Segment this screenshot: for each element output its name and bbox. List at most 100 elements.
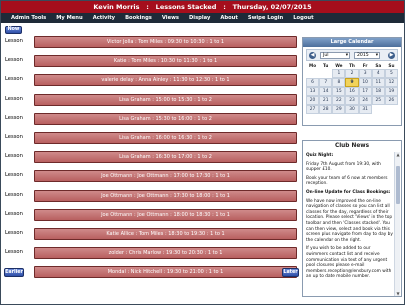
lesson-label: Lesson xyxy=(5,249,23,256)
year-select[interactable]: 2015 xyxy=(354,52,380,59)
weekday-header: Tu xyxy=(323,63,329,68)
calendar-day[interactable]: 3 xyxy=(358,69,372,78)
menu-item[interactable]: Activity xyxy=(89,15,121,21)
news-heading: On-line Update for Class Bookings: xyxy=(306,189,391,195)
scroll-thumb[interactable] xyxy=(396,166,400,204)
later-button[interactable]: Later xyxy=(282,268,299,277)
calendar-day[interactable]: 11 xyxy=(371,78,385,87)
calendar-day[interactable]: 21 xyxy=(319,96,333,105)
calendar-day[interactable]: 30 xyxy=(345,105,359,114)
calendar-title: Large Calendar xyxy=(303,38,401,47)
news-paragraph: If you wish to be added to our swimmers … xyxy=(306,246,392,280)
lesson-booking-bar[interactable]: Joe Ottmann : Joe Ottmann : 17:30 to 18:… xyxy=(34,189,297,202)
calendar-empty-cell xyxy=(385,105,398,114)
lesson-row: Lesson Lisa Graham : 16:00 to 16:30 : 1 t… xyxy=(0,132,300,144)
calendar-day[interactable]: 9 xyxy=(345,78,359,87)
calendar-day[interactable]: 31 xyxy=(358,105,372,114)
calendar-day[interactable]: 22 xyxy=(332,96,346,105)
previous-month-icon[interactable]: ◀ xyxy=(309,52,316,59)
lesson-label: Lesson xyxy=(5,57,23,64)
lesson-row: Lesson Lisa Graham : 16:30 to 17:00 : 1 t… xyxy=(0,151,300,164)
lesson-label: Lesson xyxy=(5,76,23,83)
menu-item[interactable]: My Menu xyxy=(52,15,88,21)
lesson-booking-bar[interactable]: Joe Ottmann : Joe Ottmann : 18:00 to 18:… xyxy=(34,208,297,221)
next-month-icon[interactable]: ▶ xyxy=(388,52,395,59)
lesson-label: Lesson xyxy=(5,38,23,44)
calendar-day[interactable]: 28 xyxy=(319,105,333,114)
calendar-day[interactable]: 20 xyxy=(306,96,320,105)
scroll-down-icon[interactable]: ▼ xyxy=(395,291,401,296)
calendar-day[interactable]: 13 xyxy=(306,87,320,96)
menu-item[interactable]: Admin Tools xyxy=(7,15,52,21)
calendar-day[interactable]: 29 xyxy=(332,105,346,114)
calendar-day[interactable]: 14 xyxy=(319,87,333,96)
now-button[interactable]: Now xyxy=(5,26,22,34)
lesson-booking-bar[interactable]: Joe Ottmann : Joe Ottmann : 17:00 to 17:… xyxy=(34,170,297,183)
lesson-label: Lesson xyxy=(5,153,23,160)
lesson-booking-bar[interactable]: Victor Jolla : Tom Miles : 09:30 to 10:3… xyxy=(34,36,297,48)
lesson-row: Lesson Joe Ottmann : Joe Ottmann : 17:00 … xyxy=(0,170,300,183)
lesson-booking-bar[interactable]: Katie Allice : Tom Miles : 18:30 to 19:3… xyxy=(34,228,297,240)
menu-item[interactable]: Logout xyxy=(289,15,319,21)
calendar-day[interactable]: 23 xyxy=(345,96,359,105)
calendar-day[interactable]: 18 xyxy=(371,87,385,96)
calendar-day[interactable]: 4 xyxy=(371,69,385,78)
weekday-header: We xyxy=(335,63,343,68)
menu-item[interactable]: Bookings xyxy=(121,15,158,21)
lesson-row: Lesson zolder : Chris Marlow : 19:30 to 2… xyxy=(0,247,300,260)
lesson-row: Lesson Joe Ottmann : Joe Ottmann : 18:00 … xyxy=(0,208,300,221)
lesson-booking-bar[interactable]: Katie : Tom Miles : 10:30 to 11:30 : 1 t… xyxy=(34,55,297,68)
calendar-day[interactable]: 10 xyxy=(358,78,372,87)
lesson-booking-bar[interactable]: Mondal : Nick Hitchell : 19:30 to 21:00 … xyxy=(34,266,297,279)
lesson-row: Lesson Katie Allice : Tom Miles : 18:30 t… xyxy=(0,228,300,240)
calendar-day[interactable]: 2 xyxy=(345,69,359,78)
calendar-day[interactable]: 27 xyxy=(306,105,320,114)
news-heading: Quiz Night: xyxy=(306,153,334,158)
news-paragraph: Friday 7th August from 19:30, with suppe… xyxy=(306,161,381,173)
calendar-day[interactable]: 24 xyxy=(358,96,372,105)
calendar-grid: Mo Tu We Th Fr Sa Su 1 2 3 4 5 6 7 8 9 10 11 12 13 14 15 16 17 1… xyxy=(306,62,398,114)
lesson-booking-bar[interactable]: Lisa Graham : 16:00 to 16:30 : 1 to 2 xyxy=(34,132,297,144)
calendar-day[interactable]: 5 xyxy=(384,69,398,78)
lesson-booking-bar[interactable]: zolder : Chris Marlow : 19:30 to 20:30 :… xyxy=(34,247,297,260)
earlier-button[interactable]: Earlier xyxy=(4,268,24,277)
title-bar: Kevin Morris : Lessons Stacked : Thursda… xyxy=(1,1,404,13)
menu-item[interactable]: Display xyxy=(185,15,216,21)
calendar-empty-cell xyxy=(306,69,319,78)
lesson-row: Lesson Lisa Graham : 15:00 to 15:30 : 1 t… xyxy=(0,93,300,106)
month-select[interactable]: Jul xyxy=(320,52,350,59)
scroll-up-icon[interactable]: ▲ xyxy=(395,152,401,157)
lesson-booking-bar[interactable]: valerie delay : Anna Ainley : 11:30 to 1… xyxy=(34,74,297,87)
calendar-day[interactable]: 17 xyxy=(358,87,372,96)
lesson-label: Lesson xyxy=(5,172,23,179)
lesson-row: Lesson valerie delay : Anna Ainley : 11:3… xyxy=(0,74,300,87)
news-paragraph: We have now improved the on-line navigat… xyxy=(306,198,393,243)
calendar-day[interactable]: 16 xyxy=(345,87,359,96)
menu-item[interactable]: Swipe Login xyxy=(244,15,289,21)
lesson-label: Lesson xyxy=(5,230,23,236)
calendar-day[interactable]: 19 xyxy=(384,87,398,96)
lesson-row: Lesson Katie : Tom Miles : 10:30 to 11:30… xyxy=(0,55,300,68)
calendar-day[interactable]: 12 xyxy=(384,78,398,87)
calendar-empty-cell xyxy=(372,105,385,114)
lesson-label: Lesson xyxy=(5,191,23,198)
calendar-day[interactable]: 15 xyxy=(332,87,346,96)
calendar-day[interactable]: 25 xyxy=(371,96,385,105)
calendar-day[interactable]: 26 xyxy=(384,96,398,105)
large-calendar: Large Calendar ◀ Jul 2015 ▶ MoTuWeThFrSa… xyxy=(302,37,402,126)
lesson-booking-bar[interactable]: Lisa Graham : 15:00 to 15:30 : 1 to 2 xyxy=(34,93,297,106)
calendar-empty-cell xyxy=(319,69,332,78)
lesson-label: Lesson xyxy=(5,134,23,140)
menu-item[interactable]: Views xyxy=(158,15,185,21)
calendar-day[interactable]: 6 xyxy=(306,78,320,87)
weekday-header: Sa xyxy=(375,63,382,68)
news-scrollbar[interactable]: ▲ ▼ xyxy=(394,152,400,296)
lesson-booking-bar[interactable]: Lisa Graham : 15:30 to 16:00 : 1 to 2 xyxy=(34,112,297,125)
calendar-day[interactable]: 7 xyxy=(319,78,333,87)
lesson-booking-bar[interactable]: Lisa Graham : 16:30 to 17:00 : 1 to 2 xyxy=(34,151,297,164)
weekday-header: Su xyxy=(388,63,395,68)
lesson-row: LessonMondal : Nick Hitchell : 19:30 to … xyxy=(0,266,300,279)
calendar-day[interactable]: 8 xyxy=(332,78,346,87)
calendar-day[interactable]: 1 xyxy=(332,69,346,78)
menu-item[interactable]: About xyxy=(216,15,243,21)
